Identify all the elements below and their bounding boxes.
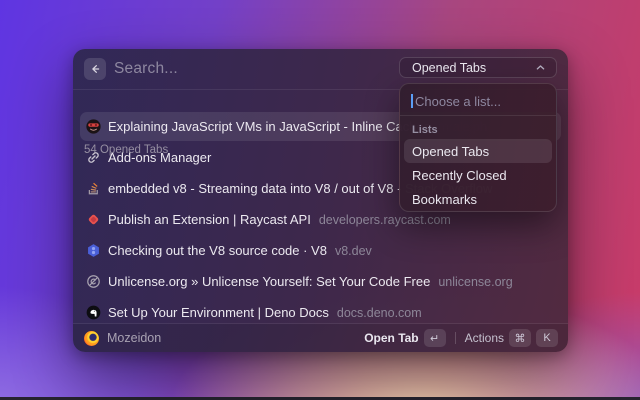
- back-button[interactable]: [84, 58, 106, 80]
- tab-domain: developers.raycast.com: [318, 212, 451, 227]
- screenshot-stage: Search... Opened Tabs 54 Opened Tabs Exp…: [0, 0, 640, 400]
- mrale-favicon: [85, 119, 101, 135]
- lists-section-label: Lists: [412, 124, 438, 136]
- list-filter-input[interactable]: Choose a list...: [404, 88, 552, 114]
- list-selector-button[interactable]: Opened Tabs: [399, 57, 557, 78]
- tab-title: Set Up Your Environment | Deno Docs: [108, 305, 329, 320]
- list-item[interactable]: Checking out the V8 source code · V8 v8.…: [80, 236, 561, 265]
- tab-domain: unlicense.org: [438, 274, 513, 289]
- tab-title: Explaining JavaScript VMs in JavaScript …: [108, 119, 431, 134]
- raycast-favicon: [85, 212, 101, 228]
- v8-favicon: [85, 243, 101, 259]
- chevron-up-icon: [536, 64, 545, 71]
- tab-domain: v8.dev: [334, 243, 372, 258]
- unlicense-favicon: [85, 274, 101, 290]
- tab-title: Add-ons Manager: [108, 150, 212, 165]
- text-caret: [411, 94, 413, 108]
- footer-actions: Open Tab ↵ Actions ⌘ K: [364, 329, 558, 347]
- search-input[interactable]: Search...: [114, 49, 178, 89]
- tab-title: Checking out the V8 source code · V8: [108, 243, 327, 258]
- list-selector-label: Opened Tabs: [412, 60, 487, 75]
- launcher-window: Search... Opened Tabs 54 Opened Tabs Exp…: [73, 49, 568, 352]
- panel-divider: [400, 115, 556, 116]
- dropdown-option-opened-tabs[interactable]: Opened Tabs: [404, 139, 552, 163]
- firefox-icon: [84, 330, 99, 346]
- list-dropdown-panel: Choose a list... Lists Opened Tabs Recen…: [399, 83, 557, 212]
- link-icon: [85, 150, 101, 166]
- deno-favicon: [85, 305, 101, 321]
- list-item[interactable]: Unlicense.org » Unlicense Yourself: Set …: [80, 267, 561, 296]
- back-arrow-icon: [92, 65, 100, 73]
- k-key-badge: K: [536, 329, 558, 347]
- dropdown-option-recently-closed[interactable]: Recently Closed: [404, 163, 552, 187]
- footer-separator: [454, 332, 456, 344]
- tab-domain: docs.deno.com: [336, 305, 422, 320]
- open-tab-button[interactable]: Open Tab: [364, 331, 418, 345]
- dropdown-option-bookmarks[interactable]: Bookmarks: [404, 187, 552, 211]
- tab-title: Publish an Extension | Raycast API: [108, 212, 311, 227]
- return-key-badge: ↵: [423, 329, 446, 347]
- cmd-key-badge: ⌘: [509, 329, 531, 347]
- footer-bar: Mozeidon Open Tab ↵ Actions ⌘ K: [73, 324, 568, 352]
- actions-button[interactable]: Actions: [465, 331, 504, 345]
- stackoverflow-favicon: [85, 181, 101, 197]
- tab-title: Unlicense.org » Unlicense Yourself: Set …: [108, 274, 431, 289]
- list-filter-placeholder: Choose a list...: [415, 93, 501, 109]
- app-name: Mozeidon: [107, 331, 162, 345]
